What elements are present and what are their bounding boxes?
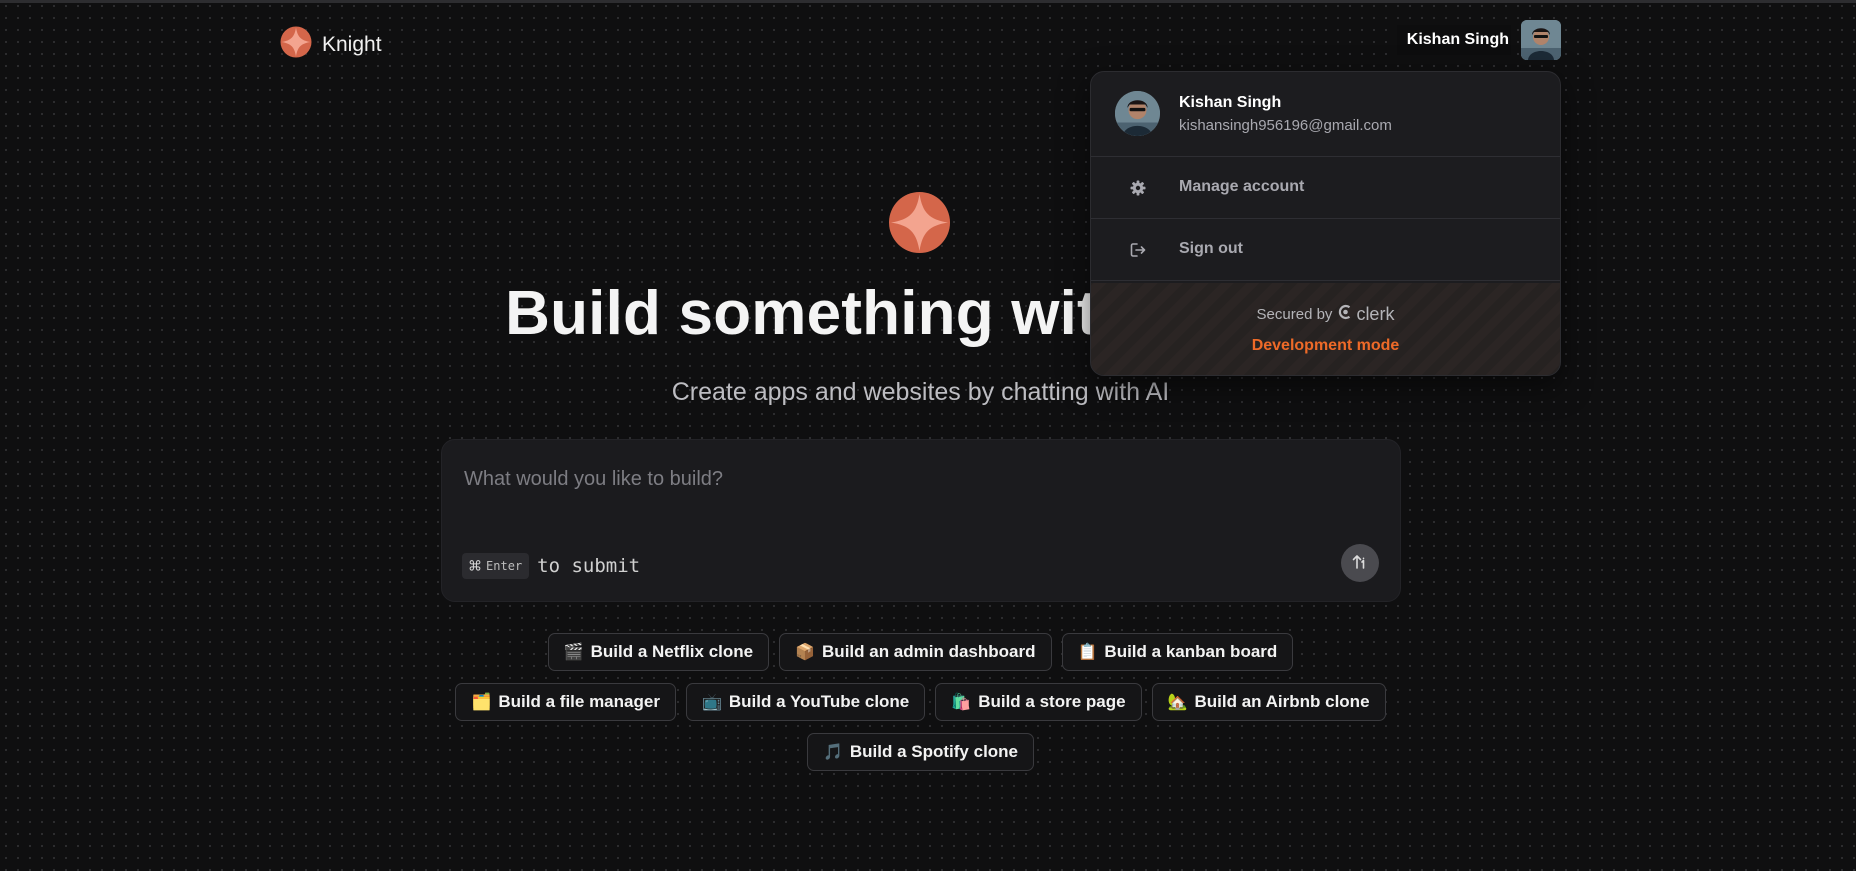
suggestion-label: Build a Netflix clone xyxy=(590,642,754,661)
suggestion-airbnb-clone[interactable]: 🏡 Build an Airbnb clone xyxy=(1151,683,1386,721)
development-mode-label: Development mode xyxy=(1251,337,1400,354)
gear-icon xyxy=(1129,179,1147,197)
suggestion-label: Build a file manager xyxy=(498,692,660,711)
suggestions-row-1: 🎬 Build a Netflix clone 📦 Build an admin… xyxy=(0,633,1841,671)
user-menu-email: kishansingh956196@gmail.com xyxy=(1179,117,1392,134)
suggestions-row-2: 🗂️ Build a file manager 📺 Build a YouTub… xyxy=(0,683,1841,721)
sign-out-label: Sign out xyxy=(1179,240,1243,257)
shopping-bags-icon: 🛍️ xyxy=(951,694,972,711)
submit-button[interactable] xyxy=(1341,544,1379,582)
user-name-label: Kishan Singh xyxy=(1396,25,1511,55)
user-menu-popover: Kishan Singh kishansingh956196@gmail.com… xyxy=(1090,71,1561,376)
tv-icon: 📺 xyxy=(701,694,722,711)
suggestion-label: Build a Spotify clone xyxy=(849,742,1019,761)
clipboard-icon: 📋 xyxy=(1077,644,1098,661)
folder-icon: 🗂️ xyxy=(471,694,492,711)
house-icon: 🏡 xyxy=(1167,694,1188,711)
page-title: Build something with Knight xyxy=(505,279,1351,348)
suggestion-label: Build an Airbnb clone xyxy=(1194,692,1370,711)
user-menu-footer: Secured by clerk Development mode xyxy=(1091,283,1560,375)
page-subtitle: Create apps and websites by chatting wit… xyxy=(671,378,1170,406)
sign-out-icon xyxy=(1129,241,1147,259)
package-icon: 📦 xyxy=(795,644,816,661)
submit-hint-text: to submit xyxy=(537,555,641,577)
suggestion-netflix-clone[interactable]: 🎬 Build a Netflix clone xyxy=(547,633,770,671)
suggestion-store-page[interactable]: 🛍️ Build a store page xyxy=(935,683,1142,721)
suggestion-file-manager[interactable]: 🗂️ Build a file manager xyxy=(455,683,676,721)
suggestion-label: Build a YouTube clone xyxy=(728,692,910,711)
user-avatar[interactable] xyxy=(1521,20,1561,60)
keyboard-shortcut: ⌘ Enter xyxy=(462,553,530,579)
enter-key-label: Enter xyxy=(486,559,523,573)
clerk-logo-text: clerk xyxy=(1356,304,1395,324)
suggestion-label: Build an admin dashboard xyxy=(822,642,1036,661)
prompt-box: ⌘ Enter to submit xyxy=(441,439,1401,602)
user-button[interactable]: Kishan Singh xyxy=(1396,20,1561,60)
secured-by-label: Secured by xyxy=(1256,306,1333,323)
command-key-icon: ⌘ xyxy=(469,554,482,578)
hero-logo-icon xyxy=(888,191,951,259)
knight-logo-icon xyxy=(280,26,312,63)
suggestion-label: Build a kanban board xyxy=(1104,642,1278,661)
brand-name: Knight xyxy=(322,32,382,56)
clerk-logo-icon xyxy=(1338,304,1353,325)
manage-account-button[interactable]: Manage account xyxy=(1091,157,1560,219)
suggestions-row-3: 🎵 Build a Spotify clone xyxy=(0,733,1841,771)
user-menu-name: Kishan Singh xyxy=(1179,94,1282,111)
clerk-logo[interactable]: clerk xyxy=(1338,304,1394,325)
user-menu-header: Kishan Singh kishansingh956196@gmail.com xyxy=(1091,72,1560,157)
user-menu-avatar xyxy=(1115,91,1160,136)
send-arrow-icon xyxy=(1351,553,1369,574)
suggestion-spotify-clone[interactable]: 🎵 Build a Spotify clone xyxy=(806,733,1035,771)
sign-out-button[interactable]: Sign out xyxy=(1091,219,1560,281)
suggestion-admin-dashboard[interactable]: 📦 Build an admin dashboard xyxy=(779,633,1052,671)
window-top-border xyxy=(0,0,1856,3)
music-note-icon: 🎵 xyxy=(822,744,843,761)
manage-account-label: Manage account xyxy=(1179,178,1305,195)
secured-by-badge: Secured by clerk xyxy=(1091,304,1560,325)
prompt-input[interactable] xyxy=(462,466,1326,510)
clapperboard-icon: 🎬 xyxy=(563,644,584,661)
brand-logo-link[interactable]: Knight xyxy=(280,26,382,63)
submit-hint: ⌘ Enter to submit xyxy=(462,553,640,579)
suggestion-youtube-clone[interactable]: 📺 Build a YouTube clone xyxy=(685,683,926,721)
suggestion-label: Build a store page xyxy=(978,692,1126,711)
suggestion-kanban-board[interactable]: 📋 Build a kanban board xyxy=(1061,633,1294,671)
